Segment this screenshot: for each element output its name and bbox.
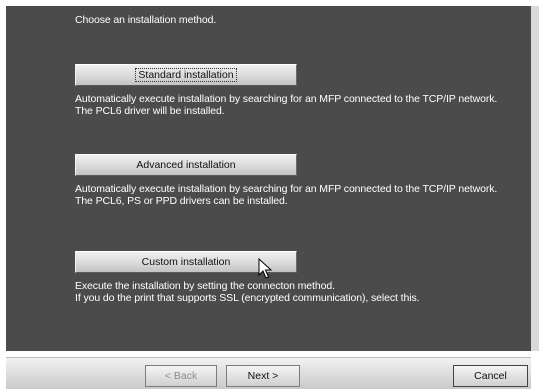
page-heading: Choose an installation method. (75, 14, 217, 26)
mouse-pointer-icon (258, 258, 272, 279)
next-button[interactable]: Next > (226, 365, 300, 387)
standard-installation-label: Standard installation (135, 68, 237, 82)
standard-installation-description-line-1: Automatically execute installation by se… (75, 93, 498, 105)
custom-installation-description-line-1: Execute the installation by setting the … (75, 280, 335, 292)
advanced-installation-description-line-1: Automatically execute installation by se… (75, 183, 498, 195)
standard-installation-button[interactable]: Standard installation (75, 64, 297, 86)
custom-installation-description-line-2: If you do the print that supports SSL (e… (75, 292, 420, 304)
window-frame-right (531, 6, 539, 351)
standard-installation-description-line-2: The PCL6 driver will be installed. (75, 105, 225, 117)
advanced-installation-description-line-2: The PCL6, PS or PPD drivers can be insta… (75, 195, 288, 207)
custom-installation-label: Custom installation (141, 256, 231, 268)
wizard-navigation-bar: < Back Next > Cancel (0, 354, 539, 390)
back-button[interactable]: < Back (145, 365, 217, 387)
cancel-button[interactable]: Cancel (453, 365, 528, 387)
advanced-installation-button[interactable]: Advanced installation (75, 154, 297, 176)
advanced-installation-label: Advanced installation (136, 159, 236, 171)
